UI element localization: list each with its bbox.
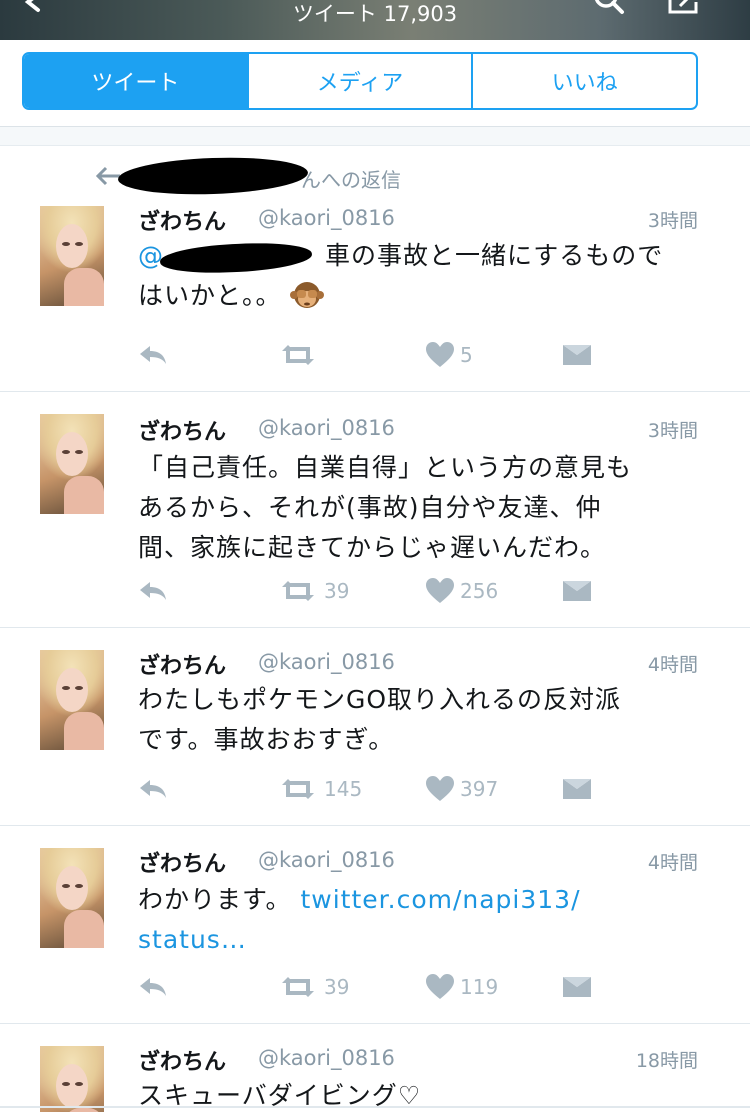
heart-icon bbox=[426, 342, 454, 367]
avatar[interactable] bbox=[40, 1046, 104, 1112]
retweet-button[interactable]: 39 bbox=[278, 972, 349, 1002]
envelope-icon bbox=[563, 581, 591, 601]
page-title: ツイート 17,903 bbox=[292, 2, 458, 26]
tweet-actions: 145 397 bbox=[138, 774, 698, 804]
tweet-time: 3時間 bbox=[647, 420, 698, 442]
retweet-count: 145 bbox=[324, 777, 363, 801]
tweet-text-line: です。事故おおすぎ。 bbox=[138, 725, 395, 754]
tweet-text-line: 「自己責任。自業自得」という方の意見も bbox=[138, 453, 633, 482]
user-handle[interactable]: @kaori_0816 bbox=[258, 1046, 395, 1070]
tweet-item[interactable]: ざわちん @kaori_0816 3時間 「自己責任。自業自得」という方の意見も… bbox=[0, 392, 750, 628]
tweet-text: 「自己責任。自業自得」という方の意見も あるから、それが(事故)自分や友達、仲 … bbox=[138, 448, 708, 568]
search-icon[interactable] bbox=[592, 0, 632, 20]
tweet-link-continued[interactable]: status… bbox=[138, 920, 708, 960]
envelope-icon bbox=[563, 345, 591, 365]
retweet-button[interactable] bbox=[278, 340, 324, 370]
profile-tabs: ツイート メディア いいね bbox=[22, 52, 698, 110]
tweet-actions: 39 256 bbox=[138, 576, 698, 606]
like-button[interactable]: 5 bbox=[426, 340, 473, 370]
user-handle[interactable]: @kaori_0816 bbox=[258, 206, 395, 230]
like-count: 5 bbox=[460, 343, 473, 367]
retweet-count: 39 bbox=[324, 975, 350, 999]
reply-button[interactable] bbox=[138, 972, 168, 1002]
like-count: 397 bbox=[460, 777, 499, 801]
display-name[interactable]: ざわちん bbox=[138, 414, 226, 446]
heart-icon bbox=[426, 974, 454, 999]
reply-icon bbox=[140, 582, 166, 600]
dm-button[interactable] bbox=[562, 576, 592, 606]
reply-button[interactable] bbox=[138, 576, 168, 606]
see-no-evil-monkey-icon bbox=[290, 282, 325, 308]
display-name[interactable]: ざわちん bbox=[138, 1044, 226, 1076]
reply-icon bbox=[140, 780, 166, 798]
reply-context-label: んへの返信 bbox=[301, 168, 401, 192]
tweet-text: @ 車の事故と一緒にするもので はいかと。。 bbox=[138, 236, 708, 316]
avatar[interactable] bbox=[40, 650, 104, 750]
user-handle[interactable]: @kaori_0816 bbox=[258, 650, 395, 674]
tweet-actions: 5 bbox=[138, 340, 698, 370]
envelope-icon bbox=[563, 779, 591, 799]
tweet-text-line: 車の事故と一緒にするもので bbox=[324, 241, 664, 270]
avatar[interactable] bbox=[40, 848, 104, 948]
tweet-item[interactable]: ざわちん @kaori_0816 4時間 わたしもポケモンGO取り入れるの反対派… bbox=[0, 628, 750, 826]
retweet-button[interactable]: 39 bbox=[278, 576, 349, 606]
tweet-text-line: わたしもポケモンGO取り入れるの反対派 bbox=[138, 685, 622, 714]
avatar[interactable] bbox=[40, 206, 104, 306]
display-name[interactable]: ざわちん bbox=[138, 204, 226, 236]
retweet-count: 39 bbox=[324, 579, 350, 603]
retweet-button[interactable]: 145 bbox=[278, 774, 362, 804]
like-button[interactable]: 256 bbox=[426, 576, 498, 606]
like-button[interactable]: 119 bbox=[426, 972, 498, 1002]
heart-icon bbox=[426, 776, 454, 801]
tweet-text-line: あるから、それが(事故)自分や友達、仲 bbox=[138, 493, 602, 522]
reply-icon bbox=[140, 978, 166, 996]
tweet-text-line: はいかと。。 bbox=[138, 281, 282, 310]
tweet-link[interactable]: twitter.com/napi313/ bbox=[300, 885, 580, 914]
user-handle[interactable]: @kaori_0816 bbox=[258, 416, 395, 440]
tweet-time: 4時間 bbox=[647, 654, 698, 676]
retweet-icon bbox=[282, 779, 314, 799]
tab-likes[interactable]: いいね bbox=[471, 54, 696, 108]
tweet-actions: 39 119 bbox=[138, 972, 698, 1002]
like-count: 256 bbox=[460, 579, 499, 603]
retweet-icon bbox=[282, 977, 314, 997]
envelope-icon bbox=[563, 977, 591, 997]
tweet-text: わたしもポケモンGO取り入れるの反対派 です。事故おおすぎ。 bbox=[138, 680, 708, 760]
bottom-edge-line bbox=[0, 1106, 750, 1108]
tweet-item[interactable]: ざわちん @kaori_0816 18時間 スキューバダイビング♡ bbox=[0, 1024, 750, 1112]
heart-icon bbox=[426, 578, 454, 603]
tab-media[interactable]: メディア bbox=[246, 54, 472, 108]
tweet-text-line: わかります。 bbox=[138, 885, 292, 914]
tab-tweets[interactable]: ツイート bbox=[24, 54, 247, 108]
reply-icon bbox=[140, 346, 166, 364]
like-button[interactable]: 397 bbox=[426, 774, 498, 804]
retweet-icon bbox=[282, 345, 314, 365]
like-count: 119 bbox=[460, 975, 499, 999]
mention-link[interactable]: @ bbox=[138, 240, 316, 276]
display-name[interactable]: ざわちん bbox=[138, 648, 226, 680]
dm-button[interactable] bbox=[562, 774, 592, 804]
retweet-icon bbox=[282, 581, 314, 601]
display-name[interactable]: ざわちん bbox=[138, 846, 226, 878]
tweet-time: 18時間 bbox=[635, 1050, 698, 1072]
user-handle[interactable]: @kaori_0816 bbox=[258, 848, 395, 872]
dm-button[interactable] bbox=[562, 972, 592, 1002]
tweet-text: わかります。 twitter.com/napi313/ status… bbox=[138, 880, 708, 960]
section-divider bbox=[0, 126, 750, 146]
avatar[interactable] bbox=[40, 414, 104, 514]
tweet-time: 3時間 bbox=[647, 210, 698, 232]
reply-button[interactable] bbox=[138, 340, 168, 370]
tweet-time: 4時間 bbox=[647, 852, 698, 874]
tweet-item[interactable]: ざわちん @kaori_0816 4時間 わかります。 twitter.com/… bbox=[0, 826, 750, 1024]
compose-icon[interactable] bbox=[664, 0, 704, 20]
tweet-item[interactable]: ざわちん @kaori_0816 3時間 @ 車の事故と一緒にするもので はいか… bbox=[0, 190, 750, 392]
reply-button[interactable] bbox=[138, 774, 168, 804]
nav-header: ツイート 17,903 bbox=[0, 0, 750, 40]
dm-button[interactable] bbox=[562, 340, 592, 370]
tweet-text-line: 間、家族に起きてからじゃ遅いんだわ。 bbox=[138, 533, 607, 562]
